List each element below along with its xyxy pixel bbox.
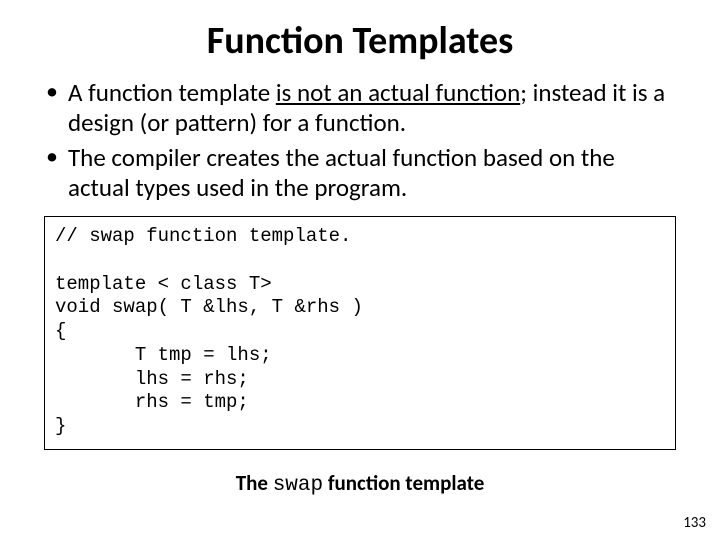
bullet-text-pre: The compiler creates the actual function…: [68, 142, 615, 203]
list-item: The compiler creates the actual function…: [68, 143, 680, 202]
slide-title: Function Templates: [40, 18, 680, 64]
page-number: 133: [683, 514, 706, 532]
bullet-text-underline: is not an actual function: [276, 77, 520, 108]
caption-mono: swap: [273, 474, 323, 497]
list-item: A function template is not an actual fun…: [68, 78, 680, 137]
bullet-text-pre: A function template: [68, 77, 276, 108]
caption-post: function template: [323, 470, 484, 496]
code-caption: The swap function template: [40, 470, 680, 497]
bullet-list: A function template is not an actual fun…: [40, 78, 680, 202]
slide: Function Templates A function template i…: [0, 0, 720, 540]
caption-pre: The: [236, 470, 273, 496]
code-block: // swap function template. template < cl…: [44, 216, 676, 450]
